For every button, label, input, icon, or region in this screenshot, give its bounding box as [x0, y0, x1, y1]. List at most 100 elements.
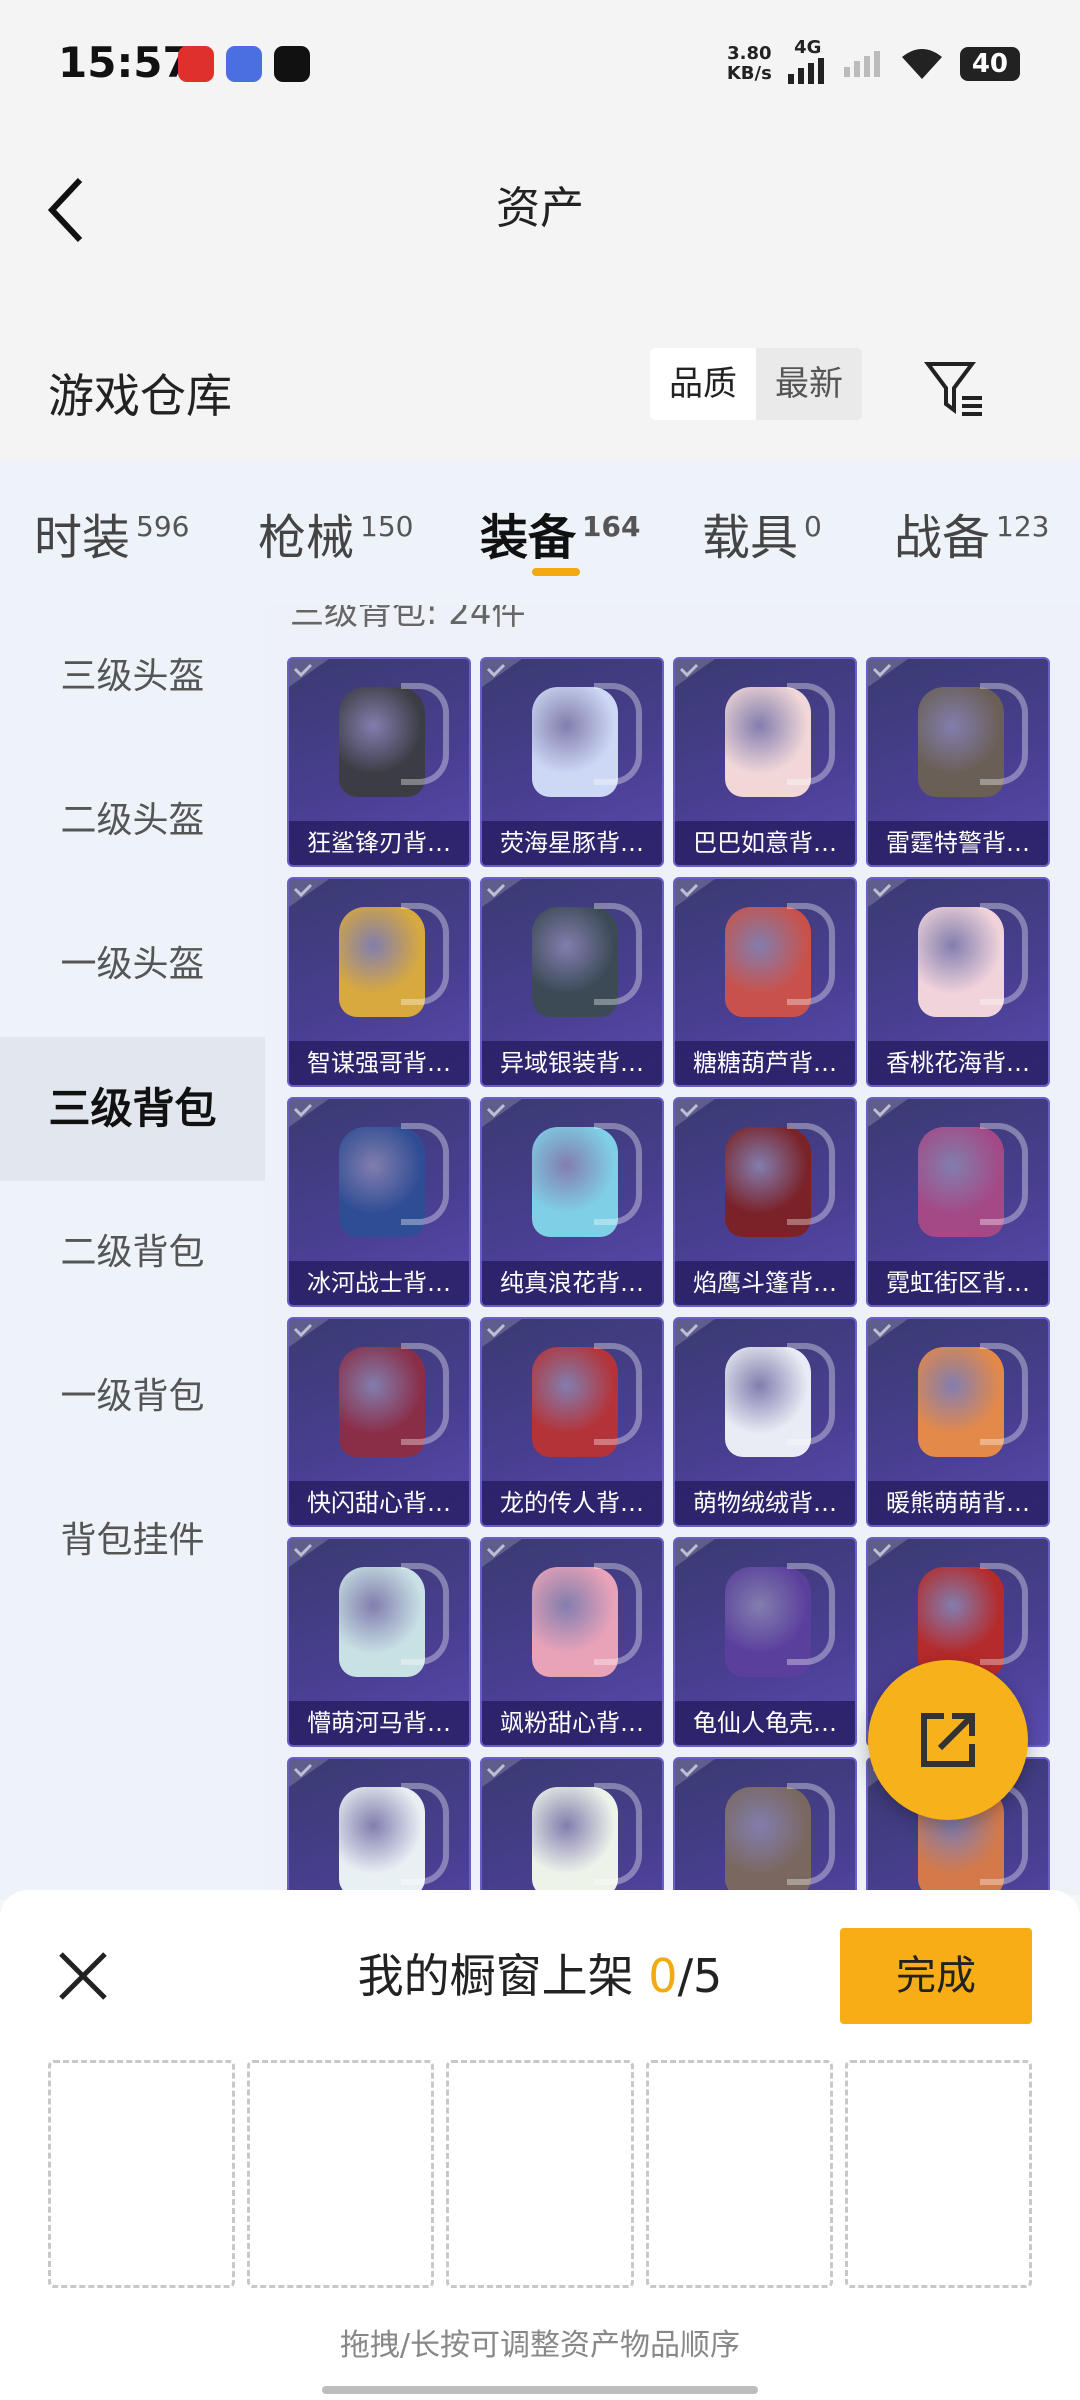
tab-equipment[interactable]: 装备 164	[480, 498, 640, 568]
checkmark-icon	[482, 1099, 522, 1127]
backpack-item-card[interactable]: 巴巴如意背…	[673, 657, 857, 867]
sidebar-item-backpack-3[interactable]: 三级背包	[0, 1037, 265, 1181]
showcase-sheet: 我的橱窗上架 0/5 完成 拖拽/长按可调整资产物品顺序	[0, 1890, 1080, 2400]
share-button[interactable]	[868, 1660, 1028, 1820]
backpack-item-card[interactable]: 智谋强哥背…	[287, 877, 471, 1087]
item-name: 萌物绒绒背…	[675, 1481, 855, 1525]
checkmark-icon	[289, 879, 329, 907]
sort-quality-button[interactable]: 品质	[650, 348, 756, 420]
sort-latest-button[interactable]: 最新	[756, 348, 862, 420]
backpack-strap	[594, 1783, 642, 1885]
backpack-strap	[401, 903, 449, 1005]
backpack-item-card[interactable]: 萌物绒绒背…	[673, 1317, 857, 1527]
backpack-item-card[interactable]: 香桃花海背…	[866, 877, 1050, 1087]
showcase-slot[interactable]	[844, 2060, 1033, 2288]
backpack-strap	[594, 1563, 642, 1665]
home-indicator	[322, 2386, 758, 2394]
checkmark-icon	[675, 1759, 715, 1787]
showcase-slot[interactable]	[645, 2060, 833, 2288]
showcase-slot[interactable]	[247, 2060, 435, 2288]
backpack-item-card[interactable]: 快闪甜心背…	[287, 1317, 471, 1527]
battery-indicator: 40	[959, 46, 1020, 81]
backpack-strap	[594, 1123, 642, 1225]
backpack-item-card[interactable]: 焰鹰斗篷背…	[673, 1097, 857, 1307]
tab-count: 596	[136, 510, 190, 543]
item-name: 香桃花海背…	[868, 1041, 1048, 1085]
sheet-title-text: 我的橱窗上架	[357, 1949, 649, 2003]
backpack-strap	[980, 903, 1028, 1005]
shelf-count: 0	[648, 1949, 678, 2003]
sidebar-item-backpack-1[interactable]: 一级背包	[0, 1325, 265, 1469]
filter-icon	[924, 362, 982, 416]
item-name: 霓虹街区背…	[868, 1261, 1048, 1305]
tab-fashion[interactable]: 时装 596	[34, 498, 189, 568]
backpack-item-card[interactable]: 雷霆特警背…	[866, 657, 1050, 867]
item-name: 雷霆特警背…	[868, 821, 1048, 865]
item-name: 暖熊萌萌背…	[868, 1481, 1048, 1525]
tab-count: 0	[804, 510, 822, 543]
subcategory-sidebar: 三级头盔 二级头盔 一级头盔 三级背包 二级背包 一级背包 背包挂件	[0, 605, 265, 1900]
checkmark-icon	[289, 659, 329, 687]
share-icon	[921, 1713, 975, 1767]
signal-2-icon	[843, 50, 880, 77]
checkmark-icon	[482, 659, 522, 687]
backpack-item-card[interactable]	[673, 1757, 857, 1895]
tab-label: 战备	[894, 510, 991, 566]
backpack-strap	[401, 1563, 449, 1665]
checkmark-icon	[482, 1759, 522, 1787]
checkmark-icon	[482, 1539, 522, 1567]
item-name: 异域银装背…	[482, 1041, 662, 1085]
sidebar-item-backpack-2[interactable]: 二级背包	[0, 1181, 265, 1325]
backpack-item-card[interactable]: 霓虹街区背…	[866, 1097, 1050, 1307]
backpack-item-card[interactable]: 纯真浪花背…	[480, 1097, 664, 1307]
warehouse-section: 游戏仓库 品质 最新	[0, 340, 1080, 460]
tab-count: 150	[360, 510, 414, 543]
checkmark-icon	[868, 659, 908, 687]
section-title: 游戏仓库	[48, 369, 232, 423]
backpack-item-card[interactable]: 冰河战士背…	[287, 1097, 471, 1307]
backpack-item-card[interactable]: 狂鲨锋刃背…	[287, 657, 471, 867]
backpack-strap	[787, 1783, 835, 1885]
backpack-strap	[401, 1783, 449, 1885]
tab-vehicles[interactable]: 载具 0	[702, 498, 822, 568]
checkmark-icon	[289, 1099, 329, 1127]
checkmark-icon	[482, 1319, 522, 1347]
wifi-icon	[901, 48, 942, 79]
backpack-item-card[interactable]: 龙的传人背…	[480, 1317, 664, 1527]
shelf-limit: /5	[677, 1949, 723, 2003]
backpack-item-card[interactable]: 懵萌河马背…	[287, 1537, 471, 1747]
done-button[interactable]: 完成	[840, 1928, 1032, 2024]
showcase-slot[interactable]	[48, 2060, 236, 2288]
checkmark-icon	[868, 1099, 908, 1127]
showcase-slot[interactable]	[446, 2060, 634, 2288]
backpack-item-card[interactable]	[480, 1757, 664, 1895]
netease-music-icon	[178, 46, 214, 82]
tab-count: 123	[996, 510, 1050, 543]
tab-firearms[interactable]: 枪械 150	[258, 498, 413, 568]
tiktok-icon	[274, 46, 310, 82]
sidebar-item-helmet-2[interactable]: 二级头盔	[0, 749, 265, 893]
checkmark-icon	[868, 1539, 908, 1567]
net-speed-unit: KB/s	[726, 62, 772, 84]
backpack-item-card[interactable]: 糖糖葫芦背…	[673, 877, 857, 1087]
backpack-strap	[594, 683, 642, 785]
item-name: 快闪甜心背…	[289, 1481, 469, 1525]
backpack-strap	[594, 903, 642, 1005]
backpack-item-card[interactable]: 龟仙人龟壳…	[673, 1537, 857, 1747]
backpack-item-card[interactable]: 暖熊萌萌背…	[866, 1317, 1050, 1527]
backpack-item-card[interactable]: 异域银装背…	[480, 877, 664, 1087]
backpack-item-card[interactable]: 飒粉甜心背…	[480, 1537, 664, 1747]
backpack-strap	[401, 683, 449, 785]
active-tab-indicator	[532, 568, 580, 576]
tab-supplies[interactable]: 战备 123	[894, 498, 1049, 568]
sidebar-item-helmet-3[interactable]: 三级头盔	[0, 605, 265, 749]
filter-button[interactable]	[920, 352, 990, 422]
backpack-item-card[interactable]: 荧海星豚背…	[480, 657, 664, 867]
item-name: 焰鹰斗篷背…	[675, 1261, 855, 1305]
showcase-slots	[48, 2060, 1033, 2288]
backpack-strap	[980, 683, 1028, 785]
checkmark-icon	[868, 879, 908, 907]
backpack-item-card[interactable]	[287, 1757, 471, 1895]
sidebar-item-pendant[interactable]: 背包挂件	[0, 1469, 265, 1613]
sidebar-item-helmet-1[interactable]: 一级头盔	[0, 893, 265, 1037]
